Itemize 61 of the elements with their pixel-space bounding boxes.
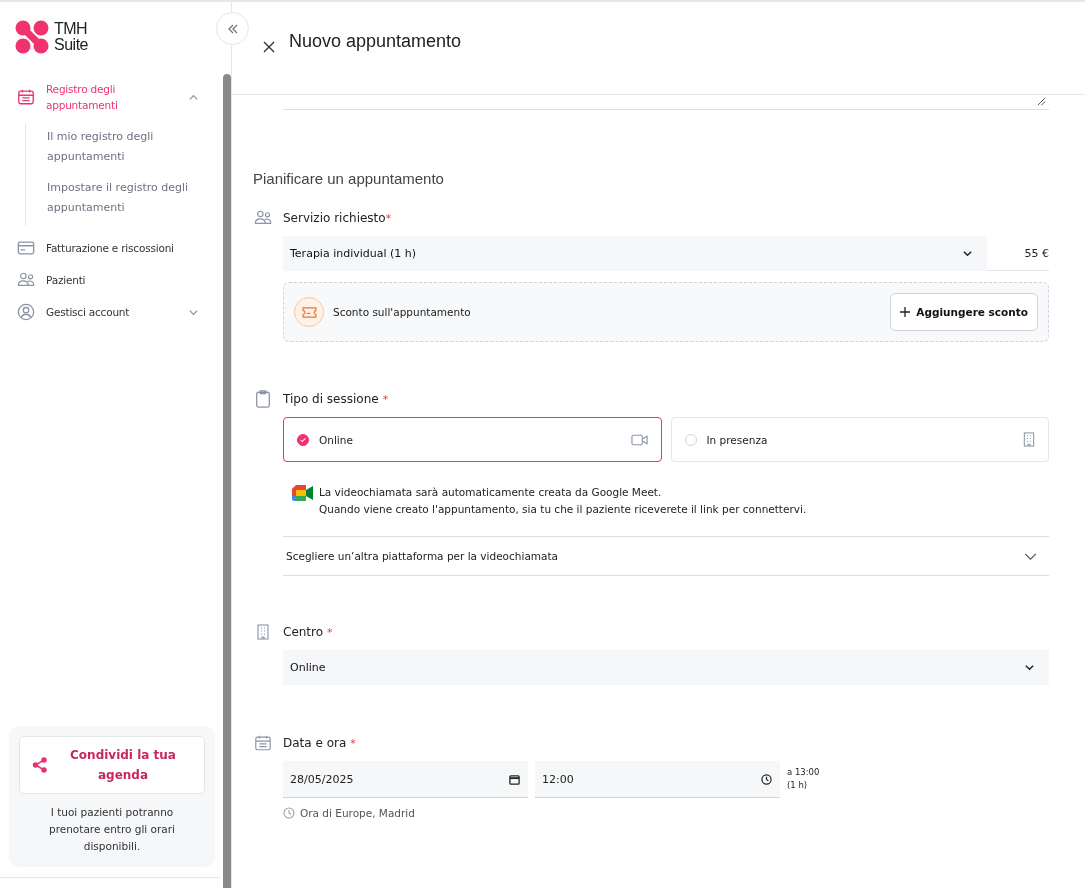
chevron-icon bbox=[962, 248, 973, 259]
people-icon bbox=[253, 209, 273, 227]
service-select[interactable]: Terapia individual (1 h) bbox=[283, 236, 987, 271]
chevron-icon bbox=[1024, 551, 1037, 561]
price-field[interactable]: 55 € bbox=[987, 236, 1049, 271]
required-mark: * bbox=[385, 211, 392, 225]
end-time: a 13:00 bbox=[787, 766, 820, 779]
session-option[interactable]: Online bbox=[283, 417, 662, 462]
calendar-icon bbox=[17, 88, 35, 106]
plus-icon bbox=[900, 307, 911, 317]
logo-text: TMH Suite bbox=[54, 21, 88, 53]
clipboard-icon bbox=[253, 390, 273, 408]
discount-label: Sconto sull'appuntamento bbox=[333, 306, 472, 318]
date-field[interactable]: 28/05/2025 bbox=[283, 761, 528, 798]
dialog-title: Nuovo appuntamento bbox=[289, 30, 462, 52]
card-icon bbox=[17, 239, 35, 257]
nav-item[interactable]: Fatturazione e riscossioni bbox=[17, 232, 207, 264]
calendar-icon bbox=[253, 734, 273, 752]
collapse-sidebar-button[interactable] bbox=[216, 12, 249, 45]
share-description: I tuoi pazienti potranno prenotare entro gli orari disponibili. bbox=[47, 805, 177, 854]
field-label: Centro bbox=[283, 625, 324, 639]
platform-select[interactable]: Scegliere un’altra piattaforma per la videochiamata bbox=[283, 536, 1049, 576]
share-icon bbox=[32, 757, 48, 773]
nav-item[interactable]: Registro degli appuntamenti bbox=[17, 74, 207, 120]
check-icon bbox=[299, 435, 307, 444]
building-icon bbox=[1023, 432, 1035, 447]
share-agenda-button[interactable]: Condividi la tua agenda bbox=[19, 736, 205, 794]
close-button[interactable] bbox=[263, 41, 275, 53]
duration: (1 h) bbox=[787, 779, 809, 792]
add-discount-button[interactable]: Aggiungere sconto bbox=[890, 293, 1038, 331]
required-mark: * bbox=[382, 392, 389, 406]
video-call-notice: La videochiamata sarà automaticamente creata da Google Meet. Quando viene creato l'appuntamento, sia tu che il paziente riceverete il link per connettervi. bbox=[319, 485, 807, 517]
close-icon bbox=[263, 41, 275, 53]
clock-icon bbox=[283, 807, 295, 819]
field-label: Servizio richiesto bbox=[283, 211, 386, 225]
timezone-label: Ora di Europe, Madrid bbox=[300, 807, 415, 819]
required-mark: * bbox=[350, 736, 356, 750]
field-label: Tipo di sessione bbox=[283, 392, 379, 406]
required-mark: * bbox=[327, 625, 333, 639]
account-icon bbox=[17, 303, 35, 321]
double-chevron-icon bbox=[226, 22, 239, 35]
nav-subitem[interactable]: Il mio registro degli appuntamenti bbox=[47, 124, 197, 175]
calendar-icon bbox=[509, 773, 520, 785]
chevron-icon bbox=[1024, 662, 1035, 673]
radio-button[interactable] bbox=[297, 433, 309, 446]
logo-icon bbox=[15, 20, 49, 54]
nav-subitem[interactable]: Impostare il registro degli appuntamenti bbox=[47, 175, 197, 226]
clock-icon bbox=[761, 773, 772, 785]
section-title: Pianificare un appuntamento bbox=[253, 170, 445, 187]
people-icon bbox=[17, 271, 35, 289]
session-option[interactable]: In presenza bbox=[670, 417, 1049, 462]
nav-item[interactable]: Pazienti bbox=[17, 264, 207, 296]
ticket-icon bbox=[294, 297, 324, 327]
field-label: Data e ora bbox=[283, 736, 347, 750]
scrollbar[interactable] bbox=[223, 74, 231, 888]
resize-handle-icon[interactable] bbox=[1037, 97, 1046, 106]
nav-item[interactable]: Gestisci account bbox=[17, 296, 207, 328]
time-field[interactable]: 12:00 bbox=[535, 761, 780, 798]
video-meeting-logo-icon bbox=[292, 485, 314, 501]
centre-select[interactable]: Online bbox=[283, 650, 1049, 685]
video-camera-icon bbox=[630, 433, 648, 446]
